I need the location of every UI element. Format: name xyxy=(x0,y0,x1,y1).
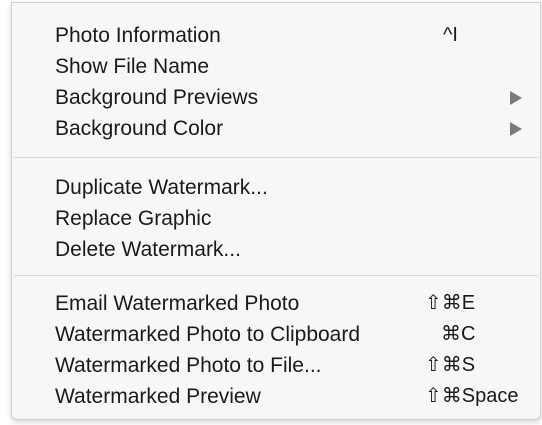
menu-section-export: Email Watermarked Photo ⇧⌘E Watermarked … xyxy=(12,276,540,412)
menu-item-label: Watermarked Photo to Clipboard xyxy=(55,323,361,346)
menu-item-watermarked-photo-to-file[interactable]: Watermarked Photo to File... ⇧⌘S xyxy=(12,350,540,381)
menu-item-watermarked-photo-to-clipboard[interactable]: Watermarked Photo to Clipboard ⌘C xyxy=(12,319,540,350)
menu-item-label: Email Watermarked Photo xyxy=(55,292,300,315)
menu-item-photo-information[interactable]: Photo Information ^I xyxy=(12,20,540,51)
menu-item-label: Delete Watermark... xyxy=(55,238,241,261)
menu-item-shortcut: ⌘C xyxy=(441,323,476,345)
menu-item-replace-graphic[interactable]: Replace Graphic xyxy=(12,203,540,234)
menu-section-info: Photo Information ^I Show File Name Back… xyxy=(12,3,540,157)
menu-item-shortcut: ⇧⌘Space xyxy=(425,385,519,407)
menu-item-label: Watermarked Photo to File... xyxy=(55,354,322,377)
menu-item-label: Photo Information xyxy=(55,24,221,47)
menu-item-shortcut: ^I xyxy=(443,24,458,46)
context-menu: Photo Information ^I Show File Name Back… xyxy=(11,2,541,420)
menu-item-delete-watermark[interactable]: Delete Watermark... xyxy=(12,234,540,265)
menu-item-label: Background Color xyxy=(55,117,224,140)
menu-item-label: Show File Name xyxy=(55,55,210,78)
submenu-arrow-icon xyxy=(510,122,522,136)
menu-item-email-watermarked-photo[interactable]: Email Watermarked Photo ⇧⌘E xyxy=(12,288,540,319)
menu-item-label: Replace Graphic xyxy=(55,207,212,230)
menu-item-show-file-name[interactable]: Show File Name xyxy=(12,51,540,82)
menu-item-label: Duplicate Watermark... xyxy=(55,176,268,199)
menu-item-watermarked-preview[interactable]: Watermarked Preview ⇧⌘Space xyxy=(12,381,540,412)
menu-item-shortcut: ⇧⌘S xyxy=(425,354,476,376)
menu-item-label: Watermarked Preview xyxy=(55,385,261,408)
menu-item-label: Background Previews xyxy=(55,86,259,109)
menu-item-background-color[interactable]: Background Color xyxy=(12,113,540,144)
menu-item-duplicate-watermark[interactable]: Duplicate Watermark... xyxy=(12,172,540,203)
menu-item-shortcut: ⇧⌘E xyxy=(425,292,476,314)
submenu-arrow-icon xyxy=(510,91,522,105)
menu-item-background-previews[interactable]: Background Previews xyxy=(12,82,540,113)
menu-section-watermark: Duplicate Watermark... Replace Graphic D… xyxy=(12,158,540,275)
